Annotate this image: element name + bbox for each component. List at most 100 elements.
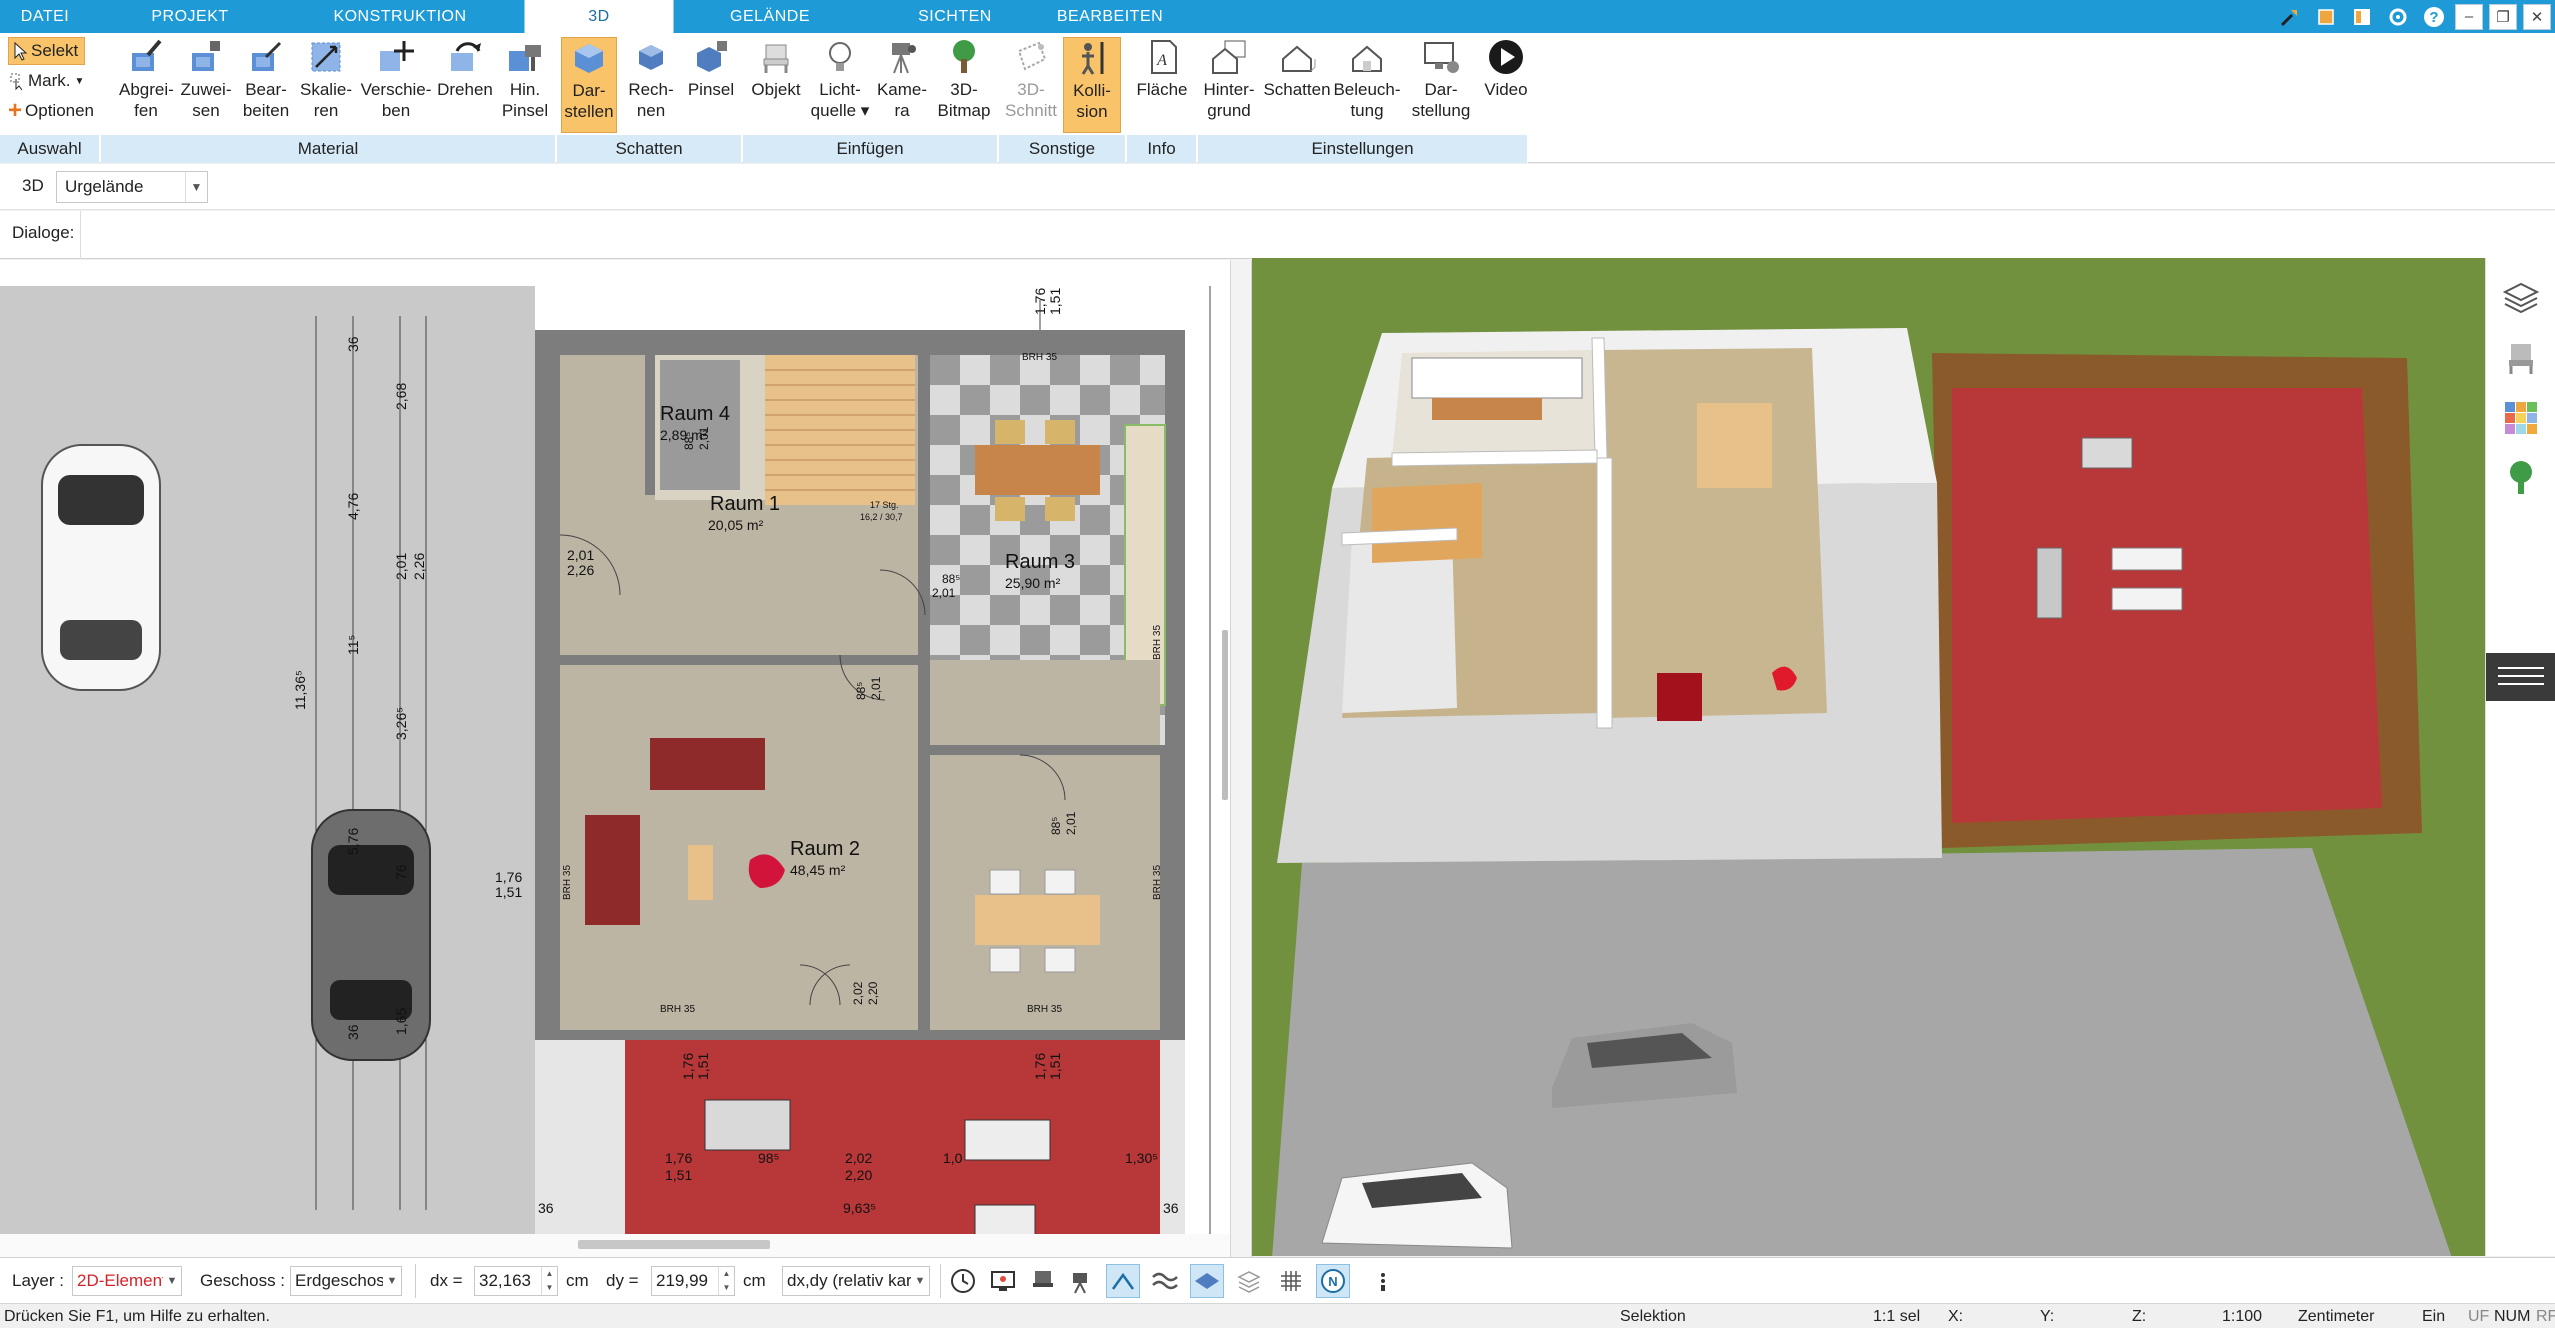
plane-grid-icon[interactable] <box>1190 1264 1224 1298</box>
status-selection: 1:1 sel <box>1873 1308 1921 1325</box>
help-icon[interactable]: ? <box>2419 2 2449 32</box>
screen-capture-icon[interactable] <box>986 1264 1020 1298</box>
right-sidebar <box>2485 258 2555 1256</box>
more-options-icon[interactable] <box>1366 1264 1400 1298</box>
terrace-lounger <box>964 1119 1051 1161</box>
3d-dining-table <box>1697 403 1772 488</box>
plan-horizontal-scrollbar[interactable] <box>0 1234 1230 1257</box>
selekt-button[interactable]: Selekt <box>8 37 86 65</box>
cube-orange-icon[interactable] <box>2311 2 2341 32</box>
kamera-button[interactable]: Kame-ra <box>873 37 931 133</box>
materials-palette-icon[interactable] <box>2486 388 2555 448</box>
plants-tree-icon[interactable] <box>2486 448 2555 508</box>
hintergrund-button[interactable]: Hinter-grund <box>1198 37 1260 133</box>
video-label1: Video <box>1484 80 1528 99</box>
dx-input[interactable]: 32,163 ▲ ▼ <box>474 1266 558 1296</box>
kollision-button[interactable]: Kolli-sion <box>1063 37 1121 133</box>
group-schatten: Dar-stellen Rech-nen Pinsel Schatten <box>557 33 742 163</box>
objekt-button[interactable]: Objekt <box>747 37 805 133</box>
schatten-pinsel-button[interactable]: Pinsel <box>683 37 739 133</box>
dx-unit: cm <box>566 1271 589 1290</box>
optionen-button[interactable]: + Optionen <box>8 97 94 125</box>
3d-schnitt-label2: Schnitt <box>1005 101 1057 120</box>
tab-sichten[interactable]: SICHTEN <box>890 0 1020 33</box>
mark-label: Mark. <box>28 71 71 90</box>
tab-3d[interactable]: 3D <box>524 0 674 33</box>
dim-1-65: 1,65 <box>393 1008 409 1035</box>
status-scale: 1:100 <box>2222 1308 2263 1325</box>
dx-spinner[interactable]: ▲ ▼ <box>541 1267 557 1295</box>
3d-kitchen-table <box>1432 398 1542 420</box>
view-splitter[interactable] <box>1230 260 1252 1257</box>
rechnen-button[interactable]: Rech-nen <box>623 37 679 133</box>
wave-icon[interactable] <box>1148 1264 1182 1298</box>
schatten-pinsel-label1: Pinsel <box>687 80 735 99</box>
darstellen-button[interactable]: Dar-stellen <box>561 37 617 133</box>
brush-icon <box>509 45 541 71</box>
tab-projekt[interactable]: PROJEKT <box>120 0 260 33</box>
zuweisen-button[interactable]: Zuwei-sen <box>179 37 233 133</box>
walk-mode-icon[interactable] <box>1106 1264 1140 1298</box>
dim-36-top: 36 <box>345 336 361 352</box>
scrollbar-thumb[interactable] <box>578 1240 770 1249</box>
darstellung-button[interactable]: Dar-stellung <box>1404 37 1478 133</box>
3d-bitmap-label1: 3D- <box>950 80 978 99</box>
furniture-chair-icon[interactable] <box>2486 328 2555 388</box>
tab-konstruktion[interactable]: KONSTRUKTION <box>315 0 485 33</box>
dim-2-20-ter: 2,20 <box>845 1167 872 1183</box>
layers-icon[interactable] <box>2486 268 2555 328</box>
group-einstellungen: Hinter-grund Schatten Beleuch-tung Dar-s… <box>1198 33 1528 163</box>
bearbeiten-button[interactable]: Bear-beiten <box>239 37 293 133</box>
3d-view[interactable] <box>1252 258 2485 1256</box>
tools-icon[interactable] <box>2275 2 2305 32</box>
tab-gelaende[interactable]: GELÄNDE <box>700 0 840 33</box>
terrain-combo[interactable]: Urgelände ▼ <box>56 171 208 203</box>
dy-spinner[interactable]: ▲ ▼ <box>718 1267 734 1295</box>
grid-icon[interactable] <box>1274 1264 1308 1298</box>
tab-bearbeiten[interactable]: BEARBEITEN <box>1040 0 1180 33</box>
drehen-button[interactable]: Drehen <box>433 37 497 133</box>
abgreifen-button[interactable]: Abgrei-fen <box>119 37 174 133</box>
floor-plan-view[interactable]: Raum 4 2,89 m² Raum 1 20,05 m² Raum 3 25… <box>0 260 1230 1240</box>
layer-label: Layer : <box>12 1271 64 1290</box>
einst-schatten-button[interactable]: Schatten <box>1262 37 1332 133</box>
flaeche-button[interactable]: A Fläche <box>1133 37 1191 133</box>
move-icon <box>380 41 414 71</box>
dim-36-bottom: 36 <box>345 1024 361 1040</box>
clock-icon[interactable] <box>946 1264 980 1298</box>
dim-36-br: 36 <box>1163 1200 1179 1216</box>
mark-button[interactable]: Mark. ▼ <box>8 67 84 95</box>
collision-person-icon <box>1081 42 1104 75</box>
3d-bitmap-button[interactable]: 3D- Bitmap <box>933 37 995 133</box>
north-arrow-icon[interactable]: N <box>1316 1264 1350 1298</box>
geschoss-combo[interactable]: Erdgeschoss ▼ <box>290 1266 402 1296</box>
dim-2-01-b: 2,01 <box>869 676 883 700</box>
video-button[interactable]: Video <box>1478 37 1534 133</box>
sidebar-collapse-handle[interactable] <box>2486 653 2555 701</box>
coord-mode-combo[interactable]: dx,dy (relativ kartesisch) ▼ <box>782 1266 930 1296</box>
close-button[interactable]: ✕ <box>2523 3 2551 30</box>
settings-gear-icon[interactable] <box>2383 2 2413 32</box>
verschieben-label1: Verschie- <box>360 80 432 99</box>
hin-pinsel-button[interactable]: Hin. Pinsel <box>497 37 553 133</box>
plan-vertical-scrollbar[interactable] <box>1222 630 1228 800</box>
restore-button[interactable]: ❐ <box>2489 3 2517 30</box>
skalieren-button[interactable]: Skalie-ren <box>299 37 353 133</box>
verschieben-button[interactable]: Verschie-ben <box>359 37 433 133</box>
divider <box>415 1264 416 1298</box>
layout-icon[interactable] <box>2347 2 2377 32</box>
3d-schnitt-button[interactable]: 3D- Schnitt <box>1001 37 1061 133</box>
furniture-toggle-icon[interactable] <box>1026 1264 1060 1298</box>
beleuchtung-button[interactable]: Beleuch-tung <box>1332 37 1402 133</box>
tab-datei[interactable]: DATEI <box>0 0 90 33</box>
layers-stack-icon[interactable] <box>1232 1264 1266 1298</box>
minimize-button[interactable]: – <box>2455 3 2483 30</box>
camera-toggle-icon[interactable] <box>1066 1264 1100 1298</box>
kamera-label2: ra <box>894 101 910 120</box>
chevron-down-icon: ▼ <box>911 1267 929 1295</box>
side-table <box>688 845 713 900</box>
status-bar: Drücken Sie F1, um Hilfe zu erhalten. Se… <box>0 1303 2555 1328</box>
layer-combo[interactable]: 2D-Elemente ▼ <box>72 1266 182 1296</box>
lichtquelle-button[interactable]: Licht-quelle ▾ <box>809 37 871 133</box>
dy-input[interactable]: 219,99 ▲ ▼ <box>651 1266 735 1296</box>
